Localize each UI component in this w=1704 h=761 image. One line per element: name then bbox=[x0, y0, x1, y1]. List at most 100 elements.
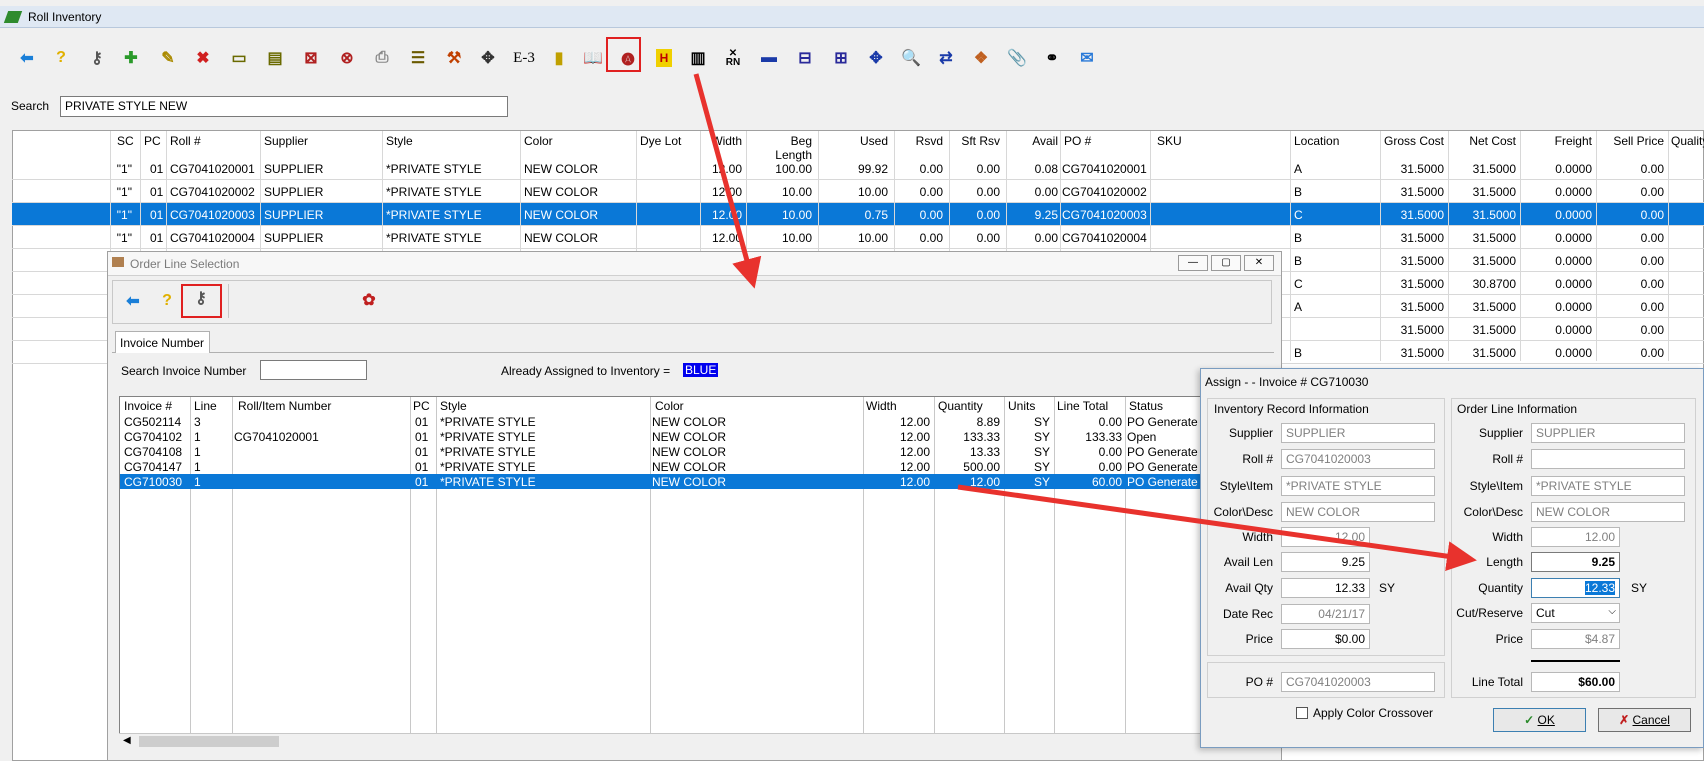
labels-icon[interactable]: ▤ bbox=[264, 47, 286, 69]
grid-col-header[interactable]: Location bbox=[1294, 134, 1339, 148]
grid-col-header[interactable]: PC bbox=[144, 134, 161, 148]
cut-reserve-select[interactable]: Cut ⌵ bbox=[1531, 603, 1620, 623]
apply-color-checkbox[interactable] bbox=[1296, 707, 1308, 719]
grid-col-header[interactable]: Gross Cost bbox=[1384, 134, 1444, 148]
grid-col-header[interactable]: Quality bbox=[1671, 134, 1704, 148]
list-item[interactable]: CG704108 1 01 *PRIVATE STYLE NEW COLOR 12.00 1… bbox=[120, 444, 1251, 459]
rn-icon[interactable]: ✕ RN bbox=[722, 47, 744, 69]
ord-price-label: Price bbox=[1495, 632, 1523, 646]
chevron-down-icon: ⌵ bbox=[1608, 606, 1616, 617]
grid-col-header[interactable]: Color bbox=[524, 134, 553, 148]
ord-style-label: Style\Item bbox=[1469, 479, 1523, 493]
help-icon[interactable]: ? bbox=[156, 290, 178, 312]
close-button[interactable]: ✕ bbox=[1244, 255, 1274, 271]
move-icon[interactable]: ✥ bbox=[477, 47, 499, 69]
list-col-header[interactable]: Status bbox=[1129, 399, 1163, 413]
list-cell: PO Generate bbox=[1127, 415, 1198, 429]
search-invoice-input[interactable] bbox=[260, 360, 367, 380]
minimize-button[interactable]: — bbox=[1178, 255, 1208, 271]
assigned-label: Already Assigned to Inventory = bbox=[501, 364, 671, 378]
grid-col-header[interactable]: Freight bbox=[1532, 134, 1592, 148]
length-input[interactable]: 9.25 bbox=[1531, 552, 1620, 572]
grid-col-header[interactable]: SKU bbox=[1157, 134, 1182, 148]
list-cell: NEW COLOR bbox=[652, 445, 727, 459]
list-col-header[interactable]: PC bbox=[413, 399, 430, 413]
grid-col-header[interactable]: Used bbox=[828, 134, 888, 148]
edit-icon[interactable]: ✎ bbox=[157, 47, 179, 69]
table-row[interactable]: "1" 01 CG7041020002 SUPPLIER *PRIVATE STYLE N… bbox=[12, 180, 1704, 203]
quantity-input[interactable]: 12.33 bbox=[1531, 578, 1620, 598]
help-icon[interactable]: ? bbox=[50, 47, 72, 69]
grid-col-header[interactable]: Avail bbox=[998, 134, 1058, 148]
scroll-left-icon[interactable]: ◀ bbox=[123, 735, 131, 746]
tab-invoice-number[interactable]: Invoice Number bbox=[115, 331, 210, 353]
list-cell: PO Generate bbox=[1127, 445, 1198, 459]
back-arrow-icon[interactable]: ⬅ bbox=[122, 290, 144, 312]
attach-icon[interactable]: 📎 bbox=[1006, 47, 1028, 69]
table-cell: CG7041020004 bbox=[170, 231, 255, 245]
label-icon[interactable]: ▭ bbox=[228, 47, 250, 69]
cancel-label-icon[interactable]: ⊗ bbox=[336, 47, 358, 69]
package-icon[interactable]: ❖ bbox=[970, 47, 992, 69]
list-col-header[interactable]: Width bbox=[866, 399, 897, 413]
list-item[interactable]: CG710030 1 01 *PRIVATE STYLE NEW COLOR 12.00 1… bbox=[120, 474, 1251, 489]
scroll-thumb[interactable] bbox=[139, 736, 279, 747]
tools-icon[interactable]: ⚷ bbox=[86, 47, 108, 69]
search-input[interactable]: PRIVATE STYLE NEW bbox=[60, 96, 508, 117]
magnify-icon[interactable]: 🔍 bbox=[900, 47, 922, 69]
table-row[interactable]: "1" 01 CG7041020001 SUPPLIER *PRIVATE STYLE N… bbox=[12, 157, 1704, 180]
back-arrow-icon[interactable]: ⬅ bbox=[16, 47, 38, 69]
grid-col-header[interactable]: Supplier bbox=[264, 134, 308, 148]
swap-icon[interactable]: ⇄ bbox=[935, 47, 957, 69]
table-row[interactable]: "1" 01 CG7041020003 SUPPLIER *PRIVATE STYLE N… bbox=[12, 203, 1704, 226]
cancel-button[interactable]: ✗ Cancel bbox=[1598, 708, 1691, 732]
remove-label-icon[interactable]: ⊠ bbox=[300, 47, 322, 69]
tape-icon[interactable]: ▬ bbox=[758, 47, 780, 69]
grid-col-header[interactable]: SC bbox=[117, 134, 134, 148]
list-col-header[interactable]: Quantity bbox=[938, 399, 983, 413]
cancel-label: Cancel bbox=[1632, 713, 1670, 727]
table-row[interactable]: "1" 01 CG7041020004 SUPPLIER *PRIVATE STYLE N… bbox=[12, 226, 1704, 249]
tape-flag-icon[interactable]: ⊞ bbox=[830, 47, 852, 69]
list-col-header[interactable]: Units bbox=[1008, 399, 1035, 413]
table-cell: 0.00 bbox=[1640, 346, 1664, 360]
refresh-icon[interactable]: ✿ bbox=[358, 289, 380, 311]
grid-col-header[interactable]: Sell Price bbox=[1604, 134, 1664, 148]
list-item[interactable]: CG704147 1 01 *PRIVATE STYLE NEW COLOR 12.00 5… bbox=[120, 459, 1251, 474]
grid-col-header[interactable]: Width bbox=[682, 134, 742, 148]
ok-button[interactable]: ✓ OK bbox=[1493, 708, 1586, 732]
list-col-header[interactable]: Invoice # bbox=[124, 399, 172, 413]
list-col-header[interactable]: Line bbox=[194, 399, 217, 413]
barcode-icon[interactable]: ▥ bbox=[687, 47, 709, 69]
hammer-icon[interactable]: ⚒ bbox=[443, 47, 465, 69]
list-item[interactable]: CG704102 1 CG7041020001 01 *PRIVATE STYLE NEW… bbox=[120, 429, 1251, 444]
list-cell: 12.00 bbox=[899, 445, 930, 459]
book-icon[interactable]: 📖 bbox=[582, 47, 604, 69]
grid-col-header[interactable]: Net Cost bbox=[1456, 134, 1516, 148]
grid-col-header[interactable]: Rsvd bbox=[883, 134, 943, 148]
e3-button[interactable]: E-3 bbox=[506, 47, 542, 69]
list-item[interactable]: CG502114 3 01 *PRIVATE STYLE NEW COLOR 12.00 8… bbox=[120, 414, 1251, 429]
list-col-header[interactable]: Style bbox=[440, 399, 467, 413]
grid-col-header[interactable]: Style bbox=[386, 134, 413, 148]
list-col-header[interactable]: Color bbox=[655, 399, 684, 413]
move-blue-icon[interactable]: ✥ bbox=[865, 47, 887, 69]
list-cell: 01 bbox=[415, 445, 429, 459]
print-icon[interactable]: ⎙ bbox=[371, 47, 393, 69]
binoculars-icon[interactable]: ⚭ bbox=[1041, 47, 1063, 69]
tape-x-icon[interactable]: ⊟ bbox=[794, 47, 816, 69]
list-cell: 1 bbox=[194, 475, 201, 489]
grid-col-header[interactable]: Dye Lot bbox=[640, 134, 681, 148]
note-icon[interactable]: ▮ bbox=[548, 47, 570, 69]
maximize-button[interactable]: ▢ bbox=[1211, 255, 1241, 271]
horizontal-scrollbar[interactable]: ◀ bbox=[119, 733, 1252, 749]
list-edit-icon[interactable]: ☰ bbox=[407, 47, 429, 69]
list-col-header[interactable]: Line Total bbox=[1057, 399, 1108, 413]
delete-icon[interactable]: ✖ bbox=[192, 47, 214, 69]
grid-col-header[interactable]: Roll # bbox=[170, 134, 201, 148]
grid-col-header[interactable]: PO # bbox=[1064, 134, 1091, 148]
h-icon[interactable]: H bbox=[656, 49, 672, 67]
list-col-header[interactable]: Roll/Item Number bbox=[238, 399, 331, 413]
add-icon[interactable]: ✚ bbox=[120, 47, 142, 69]
mail-icon[interactable]: ✉ bbox=[1076, 47, 1098, 69]
